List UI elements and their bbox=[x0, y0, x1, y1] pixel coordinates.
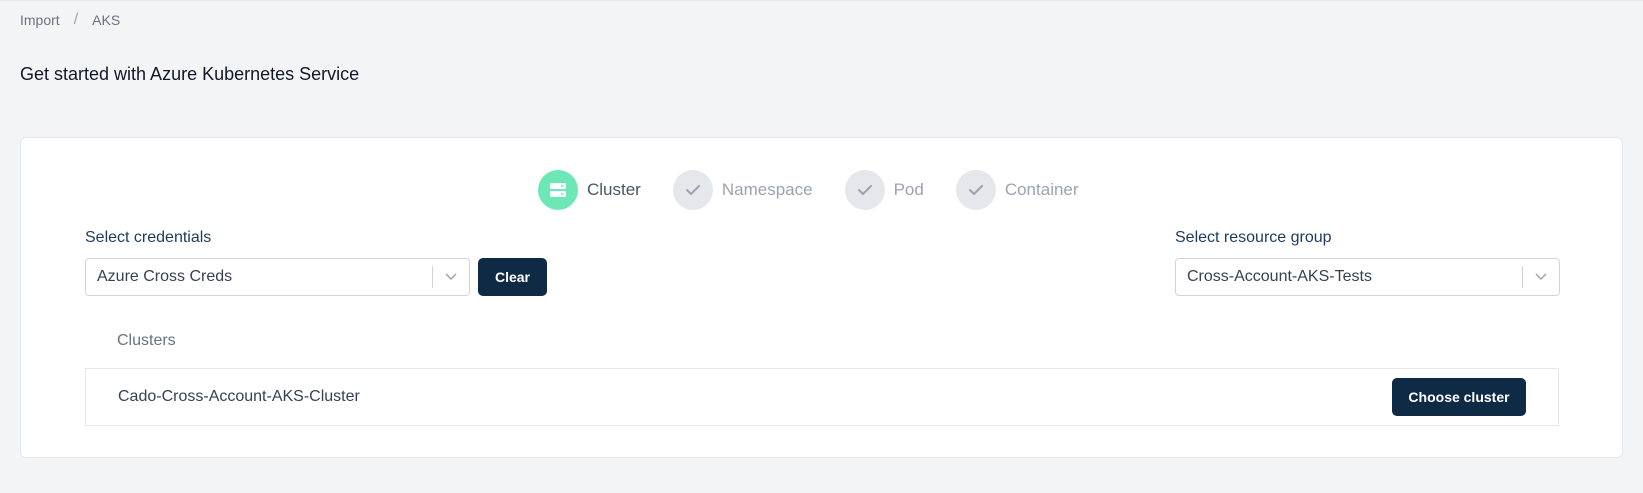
breadcrumb-separator: / bbox=[73, 11, 79, 28]
step-namespace-label: Namespace bbox=[721, 180, 813, 199]
breadcrumb: Import / AKS bbox=[20, 11, 120, 29]
chevron-down-icon[interactable] bbox=[433, 273, 469, 281]
credentials-select[interactable]: Azure Cross Creds bbox=[85, 258, 470, 296]
step-pod-label: Pod bbox=[893, 180, 924, 199]
clusters-heading: Clusters bbox=[117, 332, 176, 349]
page-title: Get started with Azure Kubernetes Servic… bbox=[20, 64, 360, 84]
step-pod: Pod bbox=[844, 170, 924, 210]
breadcrumb-current: AKS bbox=[92, 12, 121, 28]
step-cluster-label: Cluster bbox=[587, 180, 641, 199]
cluster-name: Cado-Cross-Account-AKS-Cluster bbox=[118, 388, 360, 405]
choose-cluster-button[interactable]: Choose cluster bbox=[1392, 378, 1526, 416]
stepper: Cluster Namespace Pod Container bbox=[538, 170, 1111, 210]
check-icon bbox=[955, 170, 996, 210]
import-card: Cluster Namespace Pod Container Select c… bbox=[20, 137, 1623, 458]
credentials-label: Select credentials bbox=[85, 229, 212, 246]
breadcrumb-import-link[interactable]: Import bbox=[20, 12, 60, 28]
check-icon bbox=[844, 170, 885, 210]
credentials-select-value: Azure Cross Creds bbox=[97, 268, 233, 285]
resource-group-select-value: Cross-Account-AKS-Tests bbox=[1187, 268, 1372, 285]
step-cluster: Cluster bbox=[538, 170, 641, 210]
chevron-down-icon[interactable] bbox=[1523, 273, 1559, 281]
check-icon bbox=[672, 170, 713, 210]
resource-group-select[interactable]: Cross-Account-AKS-Tests bbox=[1175, 258, 1560, 296]
list-item: Cado-Cross-Account-AKS-Cluster Choose cl… bbox=[85, 368, 1559, 426]
step-namespace: Namespace bbox=[672, 170, 813, 210]
top-divider bbox=[0, 0, 1643, 1]
clear-button[interactable]: Clear bbox=[478, 258, 547, 296]
server-icon bbox=[538, 170, 578, 210]
resource-group-label: Select resource group bbox=[1175, 229, 1332, 246]
step-container-label: Container bbox=[1004, 180, 1079, 199]
step-container: Container bbox=[955, 170, 1079, 210]
